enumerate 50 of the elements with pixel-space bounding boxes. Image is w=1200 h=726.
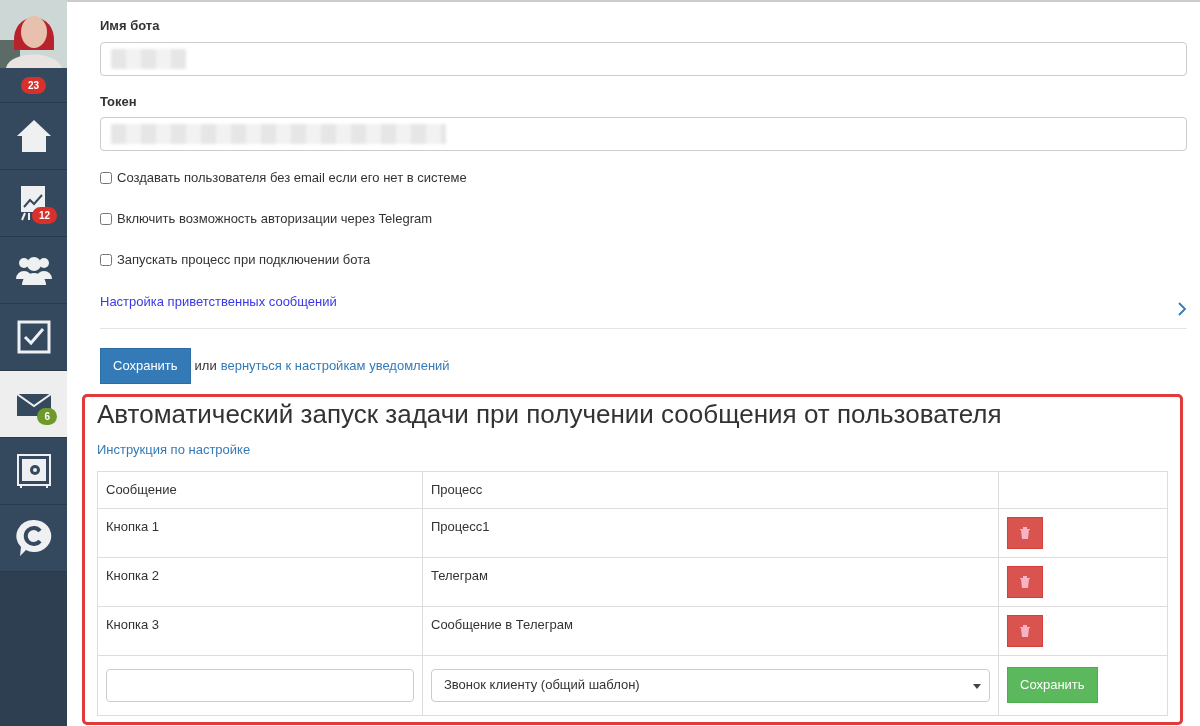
column-header: Процесс xyxy=(422,471,999,509)
trash-icon xyxy=(1020,575,1030,588)
table-cell: Сообщение в Телеграм xyxy=(422,606,999,656)
safe-icon xyxy=(16,454,51,488)
chat-icon xyxy=(15,519,52,557)
checkbox-label: Запускать процесс при подключении бота xyxy=(117,250,371,269)
trash-icon xyxy=(1020,526,1030,539)
field-label: Имя бота xyxy=(100,17,161,35)
count-badge: 12 xyxy=(31,207,57,224)
sidebar-item[interactable]: 6 xyxy=(0,371,67,438)
sidebar-item[interactable] xyxy=(0,103,67,170)
users-icon xyxy=(15,255,52,285)
table-cell: Кнопка 3 xyxy=(97,606,423,656)
delete-button[interactable] xyxy=(1007,614,1043,647)
input-field[interactable] xyxy=(100,117,1187,151)
home-icon xyxy=(15,119,52,153)
sidebar-item[interactable] xyxy=(0,438,67,505)
save-button[interactable]: Сохранить xyxy=(1007,667,1098,703)
count-badge: 6 xyxy=(37,408,57,425)
input-field[interactable] xyxy=(106,668,414,702)
field-label: Токен xyxy=(100,92,138,111)
sidebar-item[interactable]: 12 xyxy=(0,170,67,237)
sidebar-item[interactable] xyxy=(0,505,67,572)
or-text: или xyxy=(194,357,217,375)
caret-icon xyxy=(973,683,981,689)
checkbox-label: Включить возможность авторизации через Telegram xyxy=(117,209,433,228)
delete-button[interactable] xyxy=(1007,516,1043,549)
sidebar-item[interactable] xyxy=(0,304,67,371)
table-cell: Кнопка 2 xyxy=(97,557,423,607)
input-field[interactable] xyxy=(100,41,1187,76)
table-cell: Процесс1 xyxy=(422,508,999,558)
chevron-right-icon[interactable] xyxy=(1178,302,1187,316)
checkbox-icon xyxy=(16,320,51,354)
trash-icon xyxy=(1020,624,1030,637)
instructions-link[interactable]: Инструкция по настройке xyxy=(97,441,251,457)
column-header: Сообщение xyxy=(97,471,423,509)
checkbox[interactable] xyxy=(100,253,112,266)
back-link[interactable]: вернуться к настройкам уведомлений xyxy=(220,356,450,376)
delete-button[interactable] xyxy=(1007,565,1043,598)
table-cell: Телеграм xyxy=(422,557,999,607)
checkbox-label: Создавать пользователя без email если его нет в системе xyxy=(117,168,467,187)
sidebar-item[interactable] xyxy=(0,237,67,304)
checkbox[interactable] xyxy=(100,171,112,184)
welcome-messages-link[interactable]: Настройка приветственных сообщений xyxy=(100,292,337,312)
process-select[interactable]: Звонок клиенту (общий шаблон) xyxy=(431,668,990,702)
count-badge: 23 xyxy=(20,76,47,94)
table-cell: Кнопка 1 xyxy=(97,508,423,558)
save-button[interactable]: Сохранить xyxy=(100,348,191,384)
checkbox[interactable] xyxy=(100,212,112,225)
section-title: Автоматический запуск задачи при получении сообщения от пользователя xyxy=(97,398,1003,430)
